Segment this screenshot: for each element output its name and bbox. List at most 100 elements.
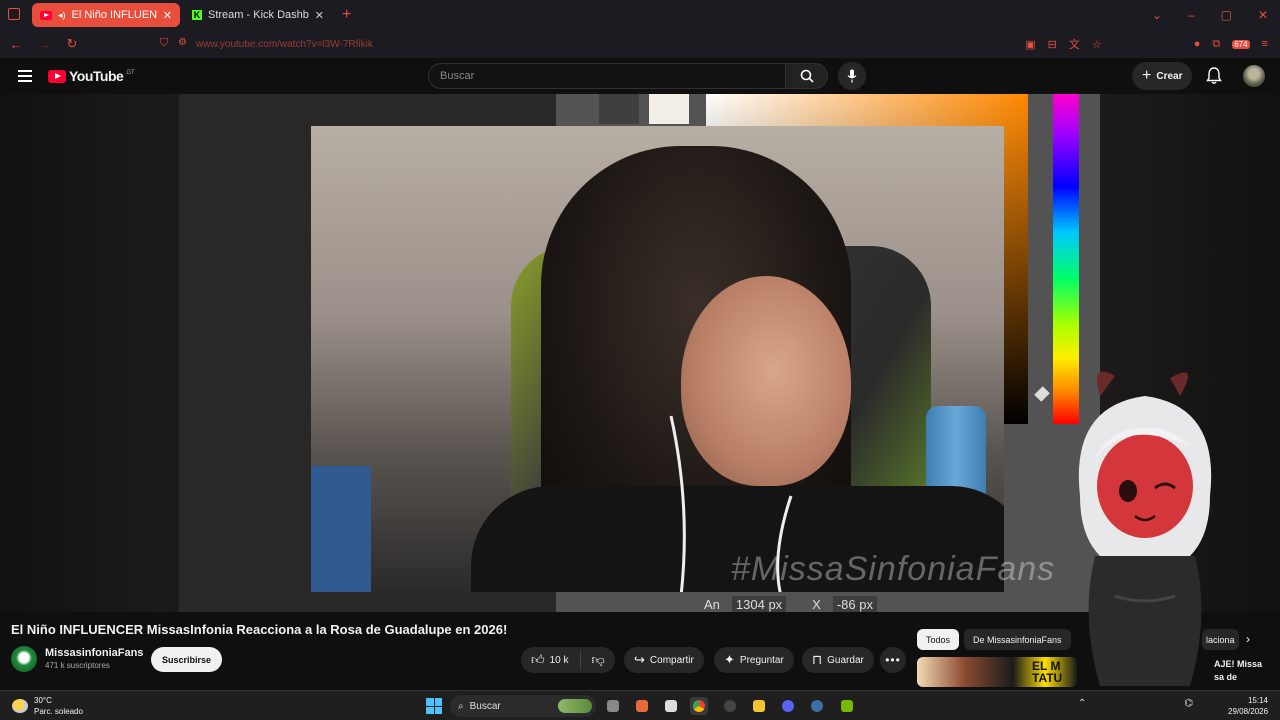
task-view-icon[interactable] bbox=[604, 697, 622, 715]
system-clock[interactable]: 15:14 29/08/2026 bbox=[1228, 695, 1268, 717]
notifications-bell-icon[interactable] bbox=[1206, 67, 1222, 85]
subscriber-count: 471 k suscriptores bbox=[45, 661, 110, 670]
tray-overflow-icon[interactable]: ⌃ bbox=[1078, 698, 1086, 709]
search-placeholder: Buscar bbox=[440, 70, 475, 82]
menu-icon[interactable]: ≡ bbox=[1262, 38, 1268, 50]
chrome-icon[interactable] bbox=[690, 697, 708, 715]
tab-label: Stream - Kick Dashboard bbox=[208, 9, 309, 21]
fire-app-icon[interactable] bbox=[633, 697, 651, 715]
youtube-logo[interactable]: YouTube GT bbox=[48, 68, 135, 84]
microphone-icon bbox=[847, 69, 857, 83]
forward-icon[interactable]: → bbox=[32, 37, 56, 52]
windows-start-icon[interactable] bbox=[426, 698, 442, 714]
nvidia-icon[interactable] bbox=[838, 697, 856, 715]
minimize-icon[interactable]: – bbox=[1188, 8, 1195, 22]
region-code: GT bbox=[126, 70, 135, 76]
share-icon: ↪ bbox=[634, 652, 645, 667]
x-value: -86 px bbox=[832, 596, 877, 612]
create-label: Crear bbox=[1156, 70, 1183, 82]
like-icon[interactable]: 👍︎ bbox=[531, 652, 545, 668]
toolbar-icons: ▣ ⊟ 文 ☆ ● ⧉ 674 ≡ bbox=[1025, 36, 1280, 52]
ask-button[interactable]: ✦ Preguntar bbox=[714, 647, 794, 673]
url-field[interactable]: www.youtube.com/watch?v=l3W-7Rfikik bbox=[196, 39, 373, 50]
weather-condition: Parc. soleado bbox=[34, 707, 83, 716]
search-button[interactable] bbox=[786, 63, 828, 89]
network-icon[interactable]: ⌬ bbox=[1184, 698, 1193, 709]
search-input[interactable]: Buscar bbox=[428, 63, 786, 89]
x-label: X bbox=[812, 597, 821, 612]
partly-sunny-icon bbox=[12, 699, 28, 713]
swatch-icon bbox=[649, 94, 689, 124]
recommended-thumbnail[interactable]: EL M TATU bbox=[917, 657, 1077, 687]
weather-widget[interactable]: 30°C Parc. soleado bbox=[12, 695, 83, 717]
save-button[interactable]: ⊓ Guardar bbox=[802, 647, 874, 673]
ambient-glow-left bbox=[0, 94, 180, 612]
tab-list-icon[interactable] bbox=[8, 8, 20, 20]
translate-icon[interactable]: 文 bbox=[1069, 36, 1080, 52]
store-icon[interactable] bbox=[662, 697, 680, 715]
share-button[interactable]: ↪ Compartir bbox=[624, 647, 704, 673]
discord-icon[interactable] bbox=[779, 697, 797, 715]
folder-icon[interactable] bbox=[750, 697, 768, 715]
reload-icon[interactable]: ↻ bbox=[60, 36, 84, 52]
voice-search-button[interactable] bbox=[838, 62, 866, 90]
taskbar-search[interactable]: ⌕ Buscar bbox=[450, 695, 596, 717]
thumbnail-text: EL M TATU bbox=[1032, 659, 1063, 685]
dislike-icon[interactable]: 👎︎ bbox=[592, 652, 605, 668]
search-icon: ⌕ bbox=[458, 700, 464, 712]
video-title: El Niño INFLUENCER MissasInfonia Reaccio… bbox=[11, 622, 508, 637]
search-highlight-image bbox=[558, 699, 592, 713]
video-frame[interactable]: #MissaSinfoniaFans An 1304 px X -86 px bbox=[179, 94, 1100, 612]
site-settings-icon[interactable]: ⚙ bbox=[178, 37, 187, 48]
save-label: Guardar bbox=[827, 654, 864, 666]
audio-icon[interactable]: ◂) bbox=[58, 10, 66, 21]
channel-avatar[interactable] bbox=[11, 646, 37, 672]
logo-wordmark: YouTube bbox=[69, 68, 124, 84]
taskbar-search-label: Buscar bbox=[469, 700, 501, 712]
extension-icon[interactable]: ● bbox=[1194, 38, 1201, 50]
window-controls: ⌄ – ▢ ✕ bbox=[1152, 8, 1280, 22]
obs-icon[interactable] bbox=[721, 697, 739, 715]
temperature: 30°C bbox=[34, 696, 52, 705]
kick-favicon-icon: K bbox=[192, 10, 202, 20]
address-bar: ← → ↻ ⛉ ⚙ www.youtube.com/watch?v=l3W-7R… bbox=[0, 30, 1280, 58]
width-value: 1304 px bbox=[731, 596, 787, 612]
close-window-icon[interactable]: ✕ bbox=[1258, 8, 1268, 22]
screenshot-icon[interactable]: ⊟ bbox=[1048, 38, 1057, 51]
bin-shape bbox=[311, 466, 371, 592]
chip-from-channel[interactable]: De MissasinfoniaFans bbox=[964, 629, 1071, 650]
puzzle-icon[interactable]: ⧉ bbox=[1212, 38, 1220, 51]
chip-related[interactable]: laciona bbox=[1202, 629, 1239, 650]
more-actions-icon[interactable]: ••• bbox=[880, 647, 906, 673]
create-button[interactable]: + Crear bbox=[1132, 62, 1193, 90]
bookmark-star-icon[interactable]: ☆ bbox=[1092, 38, 1102, 51]
clock-date: 29/08/2026 bbox=[1228, 707, 1269, 716]
new-tab-icon[interactable]: + bbox=[342, 6, 351, 24]
like-count[interactable]: 10 k bbox=[550, 655, 569, 666]
like-divider bbox=[579, 651, 581, 669]
hamburger-menu-icon[interactable] bbox=[18, 70, 32, 82]
close-tab-icon[interactable]: ✕ bbox=[315, 9, 324, 22]
like-dislike-group: 👍︎ 10 k 👎︎ bbox=[521, 647, 615, 673]
extension-badge[interactable]: 674 bbox=[1232, 39, 1250, 49]
maximize-icon[interactable]: ▢ bbox=[1221, 8, 1232, 22]
subscribe-button[interactable]: Suscribirse bbox=[151, 647, 223, 672]
chat-tool-icon bbox=[599, 94, 639, 124]
youtube-play-icon bbox=[48, 69, 66, 83]
recommended-title[interactable]: AJE! Missa sa de bbox=[1214, 658, 1274, 684]
webcam-feed bbox=[311, 126, 1004, 592]
tab-kick[interactable]: K Stream - Kick Dashboard ✕ bbox=[184, 3, 332, 27]
close-tab-icon[interactable]: ✕ bbox=[163, 9, 172, 22]
channel-name[interactable]: MissasinfoniaFans bbox=[45, 647, 143, 659]
width-label: An bbox=[704, 597, 720, 612]
image-icon[interactable]: ▣ bbox=[1025, 38, 1035, 51]
tab-dropdown-icon[interactable]: ⌄ bbox=[1152, 8, 1162, 22]
search-icon bbox=[800, 69, 814, 83]
tab-youtube[interactable]: ◂) El Niño INFLUENCER Missa ✕ bbox=[32, 3, 180, 27]
back-icon[interactable]: ← bbox=[4, 37, 28, 52]
chip-all[interactable]: Todos bbox=[917, 629, 960, 650]
chips-next-icon[interactable]: › bbox=[1246, 632, 1250, 646]
shield-icon[interactable]: ⛉ bbox=[160, 37, 168, 50]
account-avatar[interactable] bbox=[1243, 65, 1265, 87]
steam-icon[interactable] bbox=[808, 697, 826, 715]
